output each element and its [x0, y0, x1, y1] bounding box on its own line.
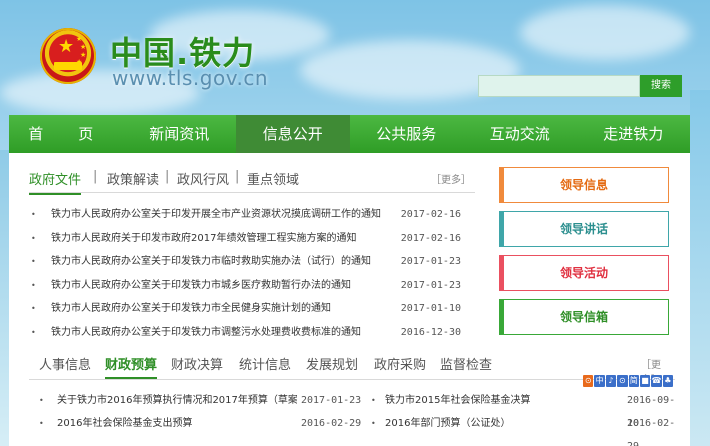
info-category-tabs: 人事信息 财政预算 财政决算 统计信息 发展规划 政府采购 监督检查 ［更多］: [29, 350, 675, 386]
gov-docs-tabs: 政府文件 | 政策解读 | 政风行风 | 重点领域 ［更多］: [29, 167, 475, 195]
nav-item-about-tieli[interactable]: 走进铁力: [577, 115, 691, 153]
leader-speech-button[interactable]: 领导讲话: [499, 211, 669, 247]
toolbar-icon[interactable]: ♣: [662, 375, 673, 387]
tab-gov-procurement[interactable]: 政府采购: [374, 354, 426, 373]
tab-separator: |: [235, 169, 240, 184]
bullet-icon: •: [31, 304, 36, 313]
toolbar-icon[interactable]: ⊙: [583, 375, 594, 387]
header-background: [0, 0, 710, 115]
toolbar-icon[interactable]: 中: [594, 375, 605, 387]
main-navigation: 首 页 新闻资讯 信息公开 公共服务 互动交流 走进铁力: [9, 115, 690, 153]
list-item[interactable]: 铁力市2015年社会保险基金决算: [385, 389, 615, 412]
tab-supervision[interactable]: 监督检查: [440, 354, 492, 373]
tab-policy-interpretation[interactable]: 政策解读: [107, 169, 159, 188]
fiscal-budget-list: • 关于铁力市2016年预算执行情况和2017年预算（草案... 2017-01…: [31, 389, 681, 446]
bullet-icon: •: [371, 396, 376, 405]
tab-fiscal-budget[interactable]: 财政预算: [105, 354, 158, 379]
tab-key-areas[interactable]: 重点领域: [247, 169, 299, 188]
accessibility-toolbar: ⊙ 中 ♪ ⊙ 简 ■ ☎ ♣: [583, 375, 673, 387]
bullet-icon: •: [31, 327, 36, 337]
nav-item-public-service[interactable]: 公共服务: [350, 115, 464, 153]
leader-activity-button[interactable]: 领导活动: [499, 255, 669, 291]
list-item[interactable]: • 铁力市人民政府办公室关于印发铁力市全民健身实施计划的通知 2017-01-10: [31, 297, 471, 321]
toolbar-icon[interactable]: ■: [639, 375, 651, 387]
leader-info-button[interactable]: 领导信息: [499, 167, 669, 203]
tab-separator: |: [165, 169, 170, 184]
search-button[interactable]: 搜索: [640, 75, 682, 97]
nav-item-interaction[interactable]: 互动交流: [463, 115, 577, 153]
list-item[interactable]: 2016年社会保险基金支出预算: [57, 412, 297, 435]
left-background-strip: [0, 150, 9, 446]
nav-item-info-disclosure[interactable]: 信息公开: [236, 115, 350, 153]
tab-fiscal-final-accounts[interactable]: 财政决算: [171, 354, 223, 373]
search-input[interactable]: [478, 75, 640, 97]
leader-mailbox-button[interactable]: 领导信箱: [499, 299, 669, 335]
toolbar-icon[interactable]: ☎: [651, 375, 662, 387]
bullet-icon: •: [31, 280, 36, 290]
table-row: • 关于铁力市2016年预算执行情况和2017年预算（草案... 2017-01…: [31, 389, 681, 429]
national-emblem-icon: ★ ★ ★ ★ ★: [40, 28, 96, 84]
tab-gov-documents[interactable]: 政府文件: [29, 169, 82, 195]
site-url: www.tls.gov.cn: [112, 66, 269, 90]
site-header: ★ ★ ★ ★ ★ 中国.铁力 www.tls.gov.cn 搜索: [0, 0, 710, 115]
bullet-icon: •: [31, 210, 36, 219]
list-item[interactable]: 2016年部门预算（公证处）: [385, 412, 615, 435]
list-item[interactable]: • 铁力市人民政府办公室关于印发铁力市临时救助实施办法（试行）的通知 2017-01…: [31, 250, 471, 274]
tab-conduct[interactable]: 政风行风: [177, 169, 229, 188]
bullet-icon: •: [31, 257, 36, 266]
bullet-icon: •: [39, 419, 44, 428]
tab-separator: |: [93, 169, 98, 184]
list-item[interactable]: • 铁力市人民政府办公室关于印发开展全市产业资源状况摸底调研工作的通知 2017-0…: [31, 203, 471, 227]
toolbar-icon[interactable]: 简: [628, 375, 639, 387]
list-item[interactable]: • 铁力市人民政府关于印发市政府2017年绩效管理工程实施方案的通知 2017-02…: [31, 227, 471, 251]
tab-statistics[interactable]: 统计信息: [239, 354, 291, 373]
toolbar-icon[interactable]: ⊙: [617, 375, 628, 387]
list-item[interactable]: • 铁力市人民政府办公室关于印发铁力市调整污水处理费收费标准的通知 2016-12-…: [31, 321, 471, 345]
tab-personnel-info[interactable]: 人事信息: [39, 354, 91, 373]
nav-item-home[interactable]: 首 页: [9, 115, 123, 153]
list-item[interactable]: 关于铁力市2016年预算执行情况和2017年预算（草案...: [57, 389, 297, 412]
bullet-icon: •: [371, 419, 376, 428]
right-background-strip: [690, 90, 710, 446]
toolbar-icon[interactable]: ♪: [605, 375, 617, 387]
nav-item-news[interactable]: 新闻资讯: [123, 115, 237, 153]
table-row: • 2016年社会保险基金支出预算 2016-02-29 • 2016年部门预算…: [31, 412, 681, 446]
gov-docs-list: • 铁力市人民政府办公室关于印发开展全市产业资源状况摸底调研工作的通知 2017-0…: [31, 203, 471, 344]
list-item[interactable]: • 铁力市人民政府办公室关于印发铁力市城乡医疗救助暂行办法的通知 2017-01-2…: [31, 274, 471, 298]
tab-development-planning[interactable]: 发展规划: [306, 354, 358, 373]
main-content-panel: 政府文件 | 政策解读 | 政风行风 | 重点领域 ［更多］ • 铁力市人民政府办…: [9, 153, 690, 446]
bullet-icon: •: [39, 396, 44, 405]
bullet-icon: •: [31, 233, 36, 243]
more-link[interactable]: ［更多］: [431, 171, 471, 186]
